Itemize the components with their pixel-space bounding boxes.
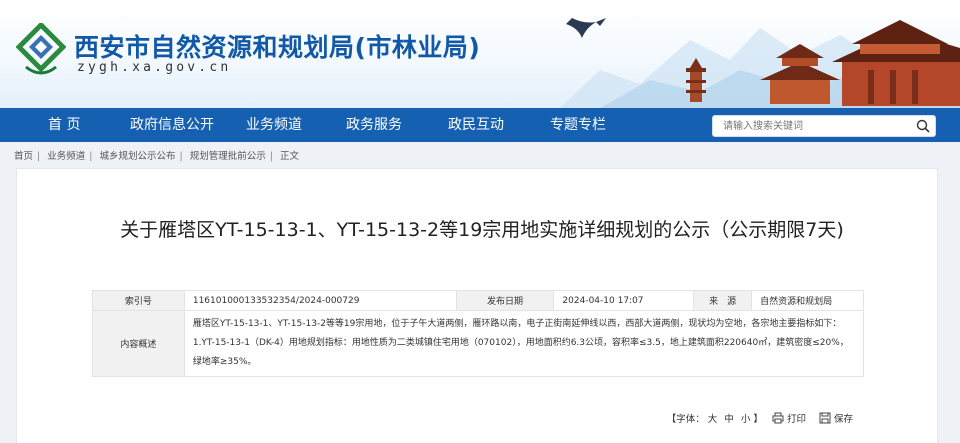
article-tools: 【字体： 大 中 小 】 打印 保存 <box>667 411 853 425</box>
search-box <box>712 115 936 137</box>
nav-item-gov-info[interactable]: 政府信息公开 <box>130 108 214 142</box>
index-value: 116101000133532354/2024-000729 <box>183 290 457 311</box>
font-size-label: 【字体： <box>666 414 705 425</box>
breadcrumb-separator: | <box>37 151 41 162</box>
search-input[interactable] <box>723 118 903 134</box>
nav-item-home[interactable]: 首 页 <box>48 108 80 142</box>
save-button[interactable]: 保存 <box>834 411 853 425</box>
site-banner: 西安市自然资源和规划局(市林业局) zygh.xa.gov.cn <box>0 0 960 108</box>
summary-label: 内容概述 <box>92 310 185 377</box>
font-small-button[interactable]: 小 <box>741 411 751 425</box>
article-title: 关于雁塔区YT-15-13-1、YT-15-13-2等19宗用地实施详细规划的公… <box>120 219 844 241</box>
date-value: 2024-04-10 17:07 <box>553 290 695 311</box>
font-large-button[interactable]: 大 <box>708 411 718 425</box>
nav-item-business[interactable]: 业务频道 <box>246 108 302 142</box>
index-label: 索引号 <box>92 290 185 311</box>
source-label: 来 源 <box>693 290 753 311</box>
site-title[interactable]: 西安市自然资源和规划局(市林业局) <box>74 28 480 64</box>
search-icon[interactable] <box>915 118 931 134</box>
table-row: 索引号 116101000133532354/2024-000729 发布日期 … <box>92 290 864 311</box>
site-logo-icon <box>16 23 66 75</box>
table-row: 内容概述 雁塔区YT-15-13-1、YT-15-13-2等等19宗用地，位于子… <box>92 310 865 377</box>
breadcrumb-home[interactable]: 首页 <box>14 148 33 162</box>
breadcrumb-business[interactable]: 业务频道 <box>47 148 85 162</box>
article-card: 关于雁塔区YT-15-13-1、YT-15-13-2等19宗用地实施详细规划的公… <box>16 168 938 443</box>
nav-item-services[interactable]: 政务服务 <box>346 108 402 142</box>
breadcrumb-separator: | <box>179 151 183 162</box>
source-value: 自然资源和规划局 <box>751 290 864 311</box>
print-button[interactable]: 打印 <box>787 411 806 425</box>
font-medium-button[interactable]: 中 <box>724 411 734 425</box>
date-label: 发布日期 <box>455 290 555 311</box>
breadcrumb-separator: | <box>89 151 93 162</box>
site-domain: zygh.xa.gov.cn <box>77 60 232 75</box>
save-icon[interactable] <box>819 412 831 424</box>
article-meta-table: 索引号 116101000133532354/2024-000729 发布日期 … <box>92 290 865 377</box>
breadcrumb-separator: | <box>269 151 273 162</box>
swallow-icon <box>566 18 606 38</box>
nav-item-topics[interactable]: 专题专栏 <box>550 108 606 142</box>
breadcrumb-planning-public[interactable]: 城乡规划公示公布 <box>100 148 176 162</box>
breadcrumb-pre-approval[interactable]: 规划管理批前公示 <box>190 148 266 162</box>
print-icon[interactable] <box>772 412 784 424</box>
nav-item-interaction[interactable]: 政民互动 <box>448 108 504 142</box>
breadcrumb: 首页 | 业务频道 | 城乡规划公示公布 | 规划管理批前公示 | 正文 <box>14 148 299 162</box>
font-size-bracket: 】 <box>753 414 763 425</box>
city-gate-icon <box>832 20 960 106</box>
summary-value: 雁塔区YT-15-13-1、YT-15-13-2等等19宗用地，位于子午大道两侧… <box>183 310 865 377</box>
breadcrumb-current: 正文 <box>280 151 300 162</box>
